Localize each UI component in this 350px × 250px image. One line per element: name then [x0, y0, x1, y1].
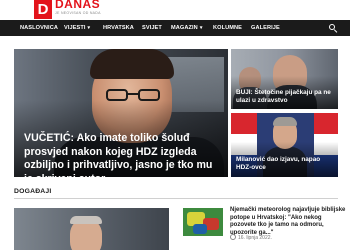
news-item-title[interactable]: Njemački meteorolog najavljuje biblijske…	[230, 207, 346, 237]
section-divider	[14, 198, 338, 199]
nav-item-naslovnica[interactable]: NASLOVNICA	[20, 20, 58, 36]
side-article-title[interactable]: Milanović dao izjavu, napao HDZ-ovce	[236, 156, 334, 172]
search-icon[interactable]	[328, 23, 338, 34]
news-item-thumbnail[interactable]	[183, 208, 223, 236]
nav-item-label: MAGAZIN	[171, 25, 198, 31]
nav-item-label: GALERIJE	[251, 25, 280, 31]
chevron-down-icon: ▾	[199, 25, 203, 31]
nav-item-label: SVIJET	[142, 25, 162, 31]
nav-item-magazin[interactable]: MAGAZIN ▾	[171, 20, 202, 36]
article-image[interactable]	[14, 208, 169, 250]
page: D DANAS JE NEOVISAN OD NADA NASLOVNICA V…	[0, 0, 350, 250]
featured-article[interactable]: VUČETIĆ: Ako imate toliko šoluđ prosvjed…	[14, 49, 228, 177]
nav-item-label: KOLUMNE	[213, 25, 242, 31]
nav-item-label: NASLOVNICA	[20, 25, 58, 31]
clock-icon	[230, 234, 236, 240]
nav-item-galerije[interactable]: GALERIJE	[251, 20, 280, 36]
site-logo[interactable]: D DANAS JE NEOVISAN OD NADA	[34, 0, 104, 19]
logo-tagline: JE NEOVISAN OD NADA	[55, 11, 101, 15]
nav-item-vijesti[interactable]: VIJESTI ▾	[64, 20, 90, 36]
nav-item-kolumne[interactable]: KOLUMNE	[213, 20, 242, 36]
chevron-down-icon: ▾	[87, 25, 91, 31]
nav-item-label: HRVATSKA	[103, 25, 134, 31]
side-article-title[interactable]: BUJI: Štetočine pijačkaju pa ne ulazi u …	[236, 89, 334, 105]
news-item-date: 16. lipnja 2022.	[230, 234, 272, 241]
nav-item-label: VIJESTI	[64, 25, 86, 31]
featured-article-title[interactable]: VUČETIĆ: Ako imate toliko šoluđ prosvjed…	[24, 132, 224, 177]
main-nav: NASLOVNICA VIJESTI ▾ HRVATSKA SVIJET MAGA…	[0, 20, 350, 36]
site-header: D DANAS JE NEOVISAN OD NADA	[0, 0, 350, 20]
section-title: DOGAĐAJI	[14, 188, 52, 195]
side-article-1[interactable]: BUJI: Štetočine pijačkaju pa ne ulazi u …	[231, 49, 338, 109]
news-item-date-text: 16. lipnja 2022.	[238, 235, 272, 241]
nav-item-hrvatska[interactable]: HRVATSKA	[103, 20, 134, 36]
logo-letter: D	[34, 0, 52, 19]
logo-word: DANAS	[55, 0, 101, 11]
side-article-2[interactable]: Milanović dao izjavu, napao HDZ-ovce	[231, 113, 338, 177]
nav-item-svijet[interactable]: SVIJET	[142, 20, 162, 36]
